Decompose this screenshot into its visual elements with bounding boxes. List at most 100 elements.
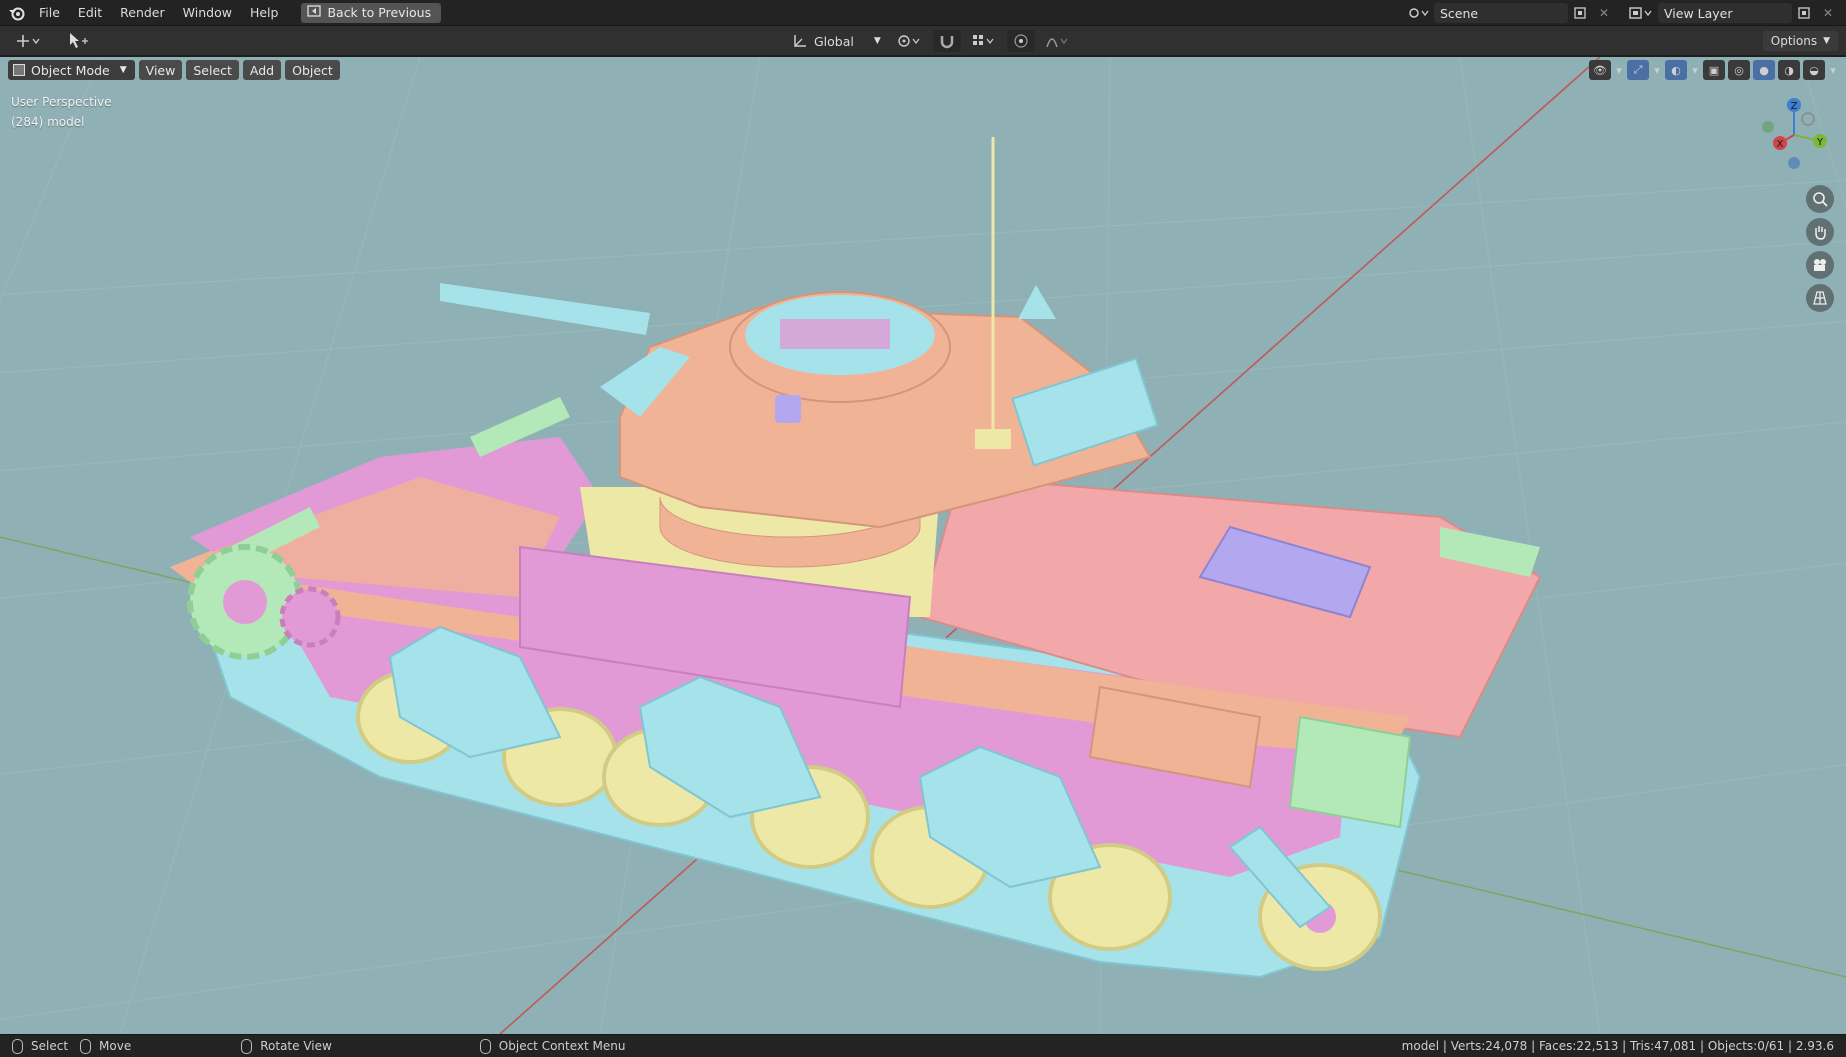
gizmo-neg-z-bottom[interactable] — [1788, 157, 1800, 169]
cursor-arrow-icon — [70, 33, 88, 48]
status-rotate-hint: Rotate View — [241, 1038, 332, 1054]
gizmo-neg-z[interactable] — [1801, 112, 1815, 126]
magnet-icon — [940, 36, 954, 49]
status-context-hint: Object Context Menu — [479, 1038, 626, 1054]
mouse-right-icon — [80, 1038, 92, 1054]
status-context-label: Object Context Menu — [498, 1039, 626, 1053]
transform-orientation-dropdown[interactable]: Global ▼ — [786, 30, 887, 52]
drive-sprocket-hub[interactable] — [223, 580, 267, 624]
gizmo-z-label: Z — [1791, 101, 1798, 112]
navigation-gizmo[interactable]: Z Y X — [1756, 93, 1836, 173]
back-to-previous-label: Back to Previous — [327, 5, 432, 20]
chevron-down-icon[interactable]: ▾ — [1614, 60, 1624, 80]
status-move-hint: Move — [80, 1038, 132, 1054]
zoom-icon[interactable] — [1806, 185, 1834, 213]
scene-browse-icon[interactable] — [1404, 3, 1434, 23]
snap-toggle[interactable] — [932, 30, 961, 52]
main-gun-barrel[interactable] — [440, 283, 650, 335]
snap-target-dropdown[interactable] — [965, 30, 1003, 52]
visibility-eye-icon[interactable]: 👁 — [1589, 60, 1611, 80]
tool-header: Global ▼ Options ▼ — [0, 26, 1846, 56]
snap-grid-icon — [972, 35, 994, 45]
wireframe-shading-icon[interactable]: ◎ — [1728, 60, 1750, 80]
select-tool-button[interactable] — [62, 30, 96, 52]
menu-add[interactable]: Add — [242, 60, 282, 80]
chevron-down-icon: ▼ — [873, 36, 881, 46]
mouse-middle-icon — [241, 1038, 253, 1054]
falloff-dropdown[interactable] — [1039, 30, 1077, 52]
menu-render[interactable]: Render — [111, 2, 174, 24]
chevron-down-icon[interactable]: ▾ — [1652, 60, 1662, 80]
view-layer-browse-icon[interactable] — [1624, 3, 1658, 23]
material-shading-icon[interactable]: ◑ — [1778, 60, 1800, 80]
active-object-label: (284) model — [11, 115, 85, 129]
viewport-scene[interactable] — [0, 57, 1846, 1034]
scene-statistics: model | Verts:24,078 | Faces:22,513 | Tr… — [1401, 1039, 1834, 1053]
new-view-layer-icon[interactable] — [1792, 3, 1816, 23]
cupola-hatch[interactable] — [780, 319, 890, 349]
pivot-point-dropdown[interactable] — [891, 30, 929, 52]
options-dropdown[interactable]: Options ▼ — [1762, 31, 1838, 51]
menu-window[interactable]: Window — [174, 2, 241, 24]
chevron-down-icon[interactable]: ▾ — [1690, 60, 1700, 80]
menu-object[interactable]: Object — [285, 60, 340, 80]
gizmo-neg-y[interactable] — [1762, 121, 1774, 133]
options-label: Options — [1770, 34, 1818, 48]
solid-shading-icon[interactable]: ● — [1753, 60, 1775, 80]
turret-port[interactable] — [775, 395, 801, 423]
delete-view-layer-icon[interactable]: ✕ — [1816, 3, 1840, 23]
rear-sprocket[interactable] — [279, 586, 341, 648]
antenna-base[interactable] — [975, 429, 1011, 449]
turret-periscope[interactable] — [1018, 285, 1056, 319]
editor-type-button[interactable] — [8, 30, 48, 52]
scene-controls: Scene ✕ View Layer ✕ — [1404, 0, 1846, 26]
viewport-header: Object Mode ▼ View Select Add Object — [8, 60, 340, 80]
overlays-toggle-icon[interactable]: ◐ — [1665, 60, 1687, 80]
viewport-display-tools: 👁 ▾ ⤢ ▾ ◐ ▾ ▣ ◎ ● ◑ ◒ ▾ — [1589, 60, 1838, 80]
status-select-hint: Select — [12, 1038, 69, 1054]
proportional-edit-toggle[interactable] — [1006, 30, 1035, 52]
pan-hand-icon[interactable] — [1806, 218, 1834, 246]
editor-type-icon — [17, 35, 40, 47]
tank-model[interactable] — [170, 137, 1542, 979]
object-mode-label: Object Mode — [31, 62, 110, 78]
object-mode-icon — [13, 64, 25, 76]
proportional-edit-icon — [1014, 34, 1028, 48]
view-perspective-label: User Perspective — [11, 95, 112, 109]
chevron-down-icon: ▼ — [119, 65, 127, 75]
status-bar: Select Move Rotate View Object Context M… — [0, 1034, 1846, 1057]
rendered-shading-icon[interactable]: ◒ — [1803, 60, 1825, 80]
delete-scene-icon[interactable]: ✕ — [1592, 3, 1616, 23]
chevron-down-icon: ▼ — [1823, 36, 1830, 46]
status-move-label: Move — [99, 1039, 132, 1053]
menu-select[interactable]: Select — [186, 60, 239, 80]
menu-edit[interactable]: Edit — [69, 2, 111, 24]
orientation-axes-icon — [794, 35, 806, 47]
mouse-right-icon — [479, 1038, 491, 1054]
gizmo-y-label: Y — [1816, 137, 1824, 148]
pivot-icon — [898, 35, 920, 47]
new-scene-icon[interactable] — [1568, 3, 1592, 23]
object-mode-dropdown[interactable]: Object Mode ▼ — [8, 60, 135, 80]
chevron-down-icon[interactable]: ▾ — [1828, 60, 1838, 80]
view-layer-field[interactable]: View Layer — [1658, 3, 1792, 23]
menu-view[interactable]: View — [138, 60, 183, 80]
gizmo-x-label: X — [1777, 139, 1784, 150]
3d-viewport[interactable]: Object Mode ▼ View Select Add Object Use… — [0, 57, 1846, 1034]
mouse-left-icon — [12, 1038, 23, 1054]
rear-box-green[interactable] — [1288, 715, 1412, 829]
back-to-previous-button[interactable]: Back to Previous — [301, 2, 442, 23]
status-rotate-label: Rotate View — [260, 1039, 332, 1053]
menu-file[interactable]: File — [30, 2, 69, 24]
scene-name-field[interactable]: Scene — [1434, 3, 1568, 23]
menu-help[interactable]: Help — [241, 2, 288, 24]
falloff-curve-icon — [1046, 38, 1068, 48]
perspective-ortho-grid-icon[interactable] — [1806, 284, 1834, 312]
top-menu-bar: File Edit Render Window Help Back to Pre… — [0, 0, 1846, 26]
status-select-label: Select — [31, 1039, 69, 1053]
xray-toggle-icon[interactable]: ▣ — [1703, 60, 1725, 80]
camera-view-icon[interactable] — [1806, 251, 1834, 279]
blender-logo-icon[interactable] — [4, 0, 30, 26]
back-icon — [307, 5, 322, 20]
gizmo-toggle-icon[interactable]: ⤢ — [1627, 60, 1649, 80]
